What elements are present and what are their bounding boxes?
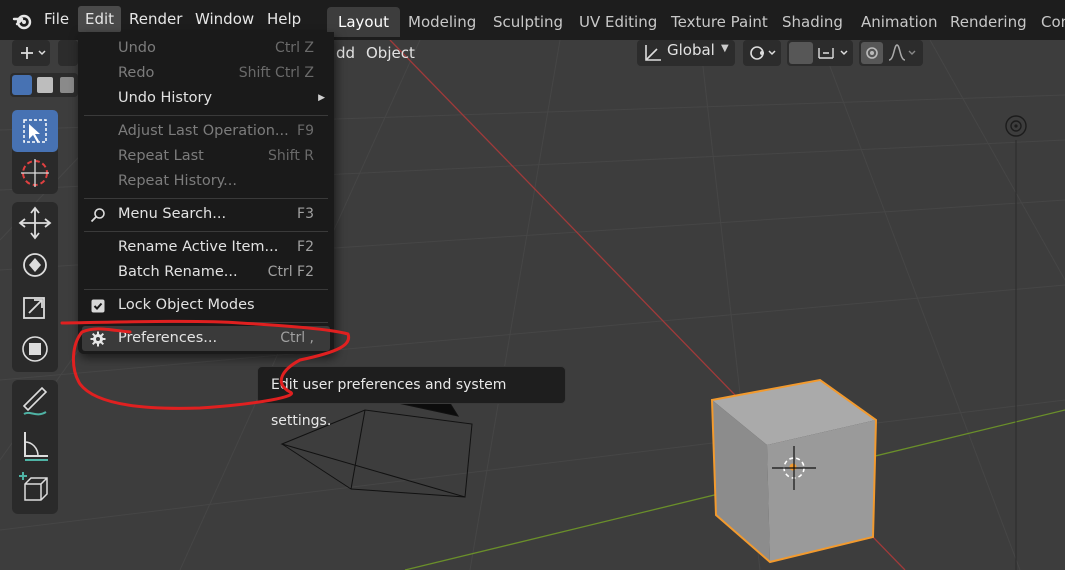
menu-edit[interactable]: Edit (78, 6, 122, 33)
menu-item-batch-rename[interactable]: Batch Rename... Ctrl F2 (78, 260, 334, 285)
menu-item-redo[interactable]: Redo Shift Ctrl Z (78, 61, 334, 86)
select-box-icon (23, 119, 47, 143)
gear-icon (90, 331, 106, 347)
tab-layout[interactable]: Layout (327, 7, 400, 37)
search-icon (90, 208, 105, 223)
tab-modeling[interactable]: Modeling (397, 7, 487, 37)
rotate-tool[interactable] (12, 244, 58, 286)
cursor-tool[interactable] (12, 152, 58, 194)
menu-separator (84, 322, 328, 323)
select-extend-icon[interactable] (37, 77, 53, 93)
tab-uv-editing[interactable]: UV Editing (568, 7, 668, 37)
menu-item-adjust-last-operation[interactable]: Adjust Last Operation... F9 (78, 119, 334, 144)
editor-type-button[interactable] (12, 40, 50, 66)
menu-window[interactable]: Window (188, 6, 261, 33)
edit-menu-dropdown: Undo Ctrl Z Redo Shift Ctrl Z Undo Histo… (78, 32, 334, 354)
pivot-icon (750, 46, 776, 60)
menu-item-menu-search[interactable]: Menu Search... F3 (78, 202, 334, 227)
menu-item-repeat-last[interactable]: Repeat Last Shift R (78, 144, 334, 169)
snap-target-icon[interactable] (813, 40, 853, 66)
menu-item-lock-object-modes[interactable]: Lock Object Modes (78, 293, 334, 318)
menu-item-undo-history[interactable]: Undo History ▶ (78, 86, 334, 111)
tab-shading[interactable]: Shading (771, 7, 854, 37)
select-new-icon[interactable] (12, 75, 32, 95)
tab-rendering[interactable]: Rendering (939, 7, 1038, 37)
tab-compositing[interactable]: Con (1030, 7, 1065, 37)
menu-help[interactable]: Help (260, 6, 308, 33)
chevron-down-icon: ▼ (721, 43, 729, 54)
light-icon[interactable] (1005, 115, 1027, 137)
menu-separator (84, 115, 328, 116)
tab-animation[interactable]: Animation (850, 7, 948, 37)
measure-tool[interactable] (12, 424, 58, 466)
measure-icon (24, 432, 48, 461)
proportional-editing-group[interactable] (859, 40, 923, 66)
add-cube-icon (19, 472, 48, 501)
blender-logo-icon[interactable] (12, 10, 34, 32)
mode-selector[interactable] (58, 40, 78, 66)
move-icon (18, 206, 52, 240)
annotate-tool[interactable] (12, 380, 58, 422)
transform-icon (22, 336, 48, 362)
menu-separator (84, 231, 328, 232)
falloff-icon[interactable] (885, 40, 921, 66)
menu-item-preferences[interactable]: Preferences... Ctrl , (82, 326, 330, 351)
menu-separator (84, 289, 328, 290)
submenu-arrow-icon: ▶ (318, 93, 325, 103)
annotate-icon (22, 386, 48, 416)
checkbox-checked-icon[interactable] (90, 298, 106, 314)
move-tool[interactable] (12, 202, 58, 244)
cursor-icon (21, 159, 49, 187)
transform-orientation-dropdown[interactable]: Global ▼ (637, 40, 735, 66)
menu-separator (84, 198, 328, 199)
toolbar-group-transform (12, 202, 58, 372)
menu-file[interactable]: File (37, 6, 76, 33)
tab-sculpting[interactable]: Sculpting (482, 7, 574, 37)
snapping-group[interactable] (787, 40, 853, 66)
menu-item-undo[interactable]: Undo Ctrl Z (78, 36, 334, 61)
menu-render[interactable]: Render (122, 6, 189, 33)
scale-tool[interactable] (12, 286, 58, 328)
object-menu[interactable]: Object (366, 41, 415, 65)
tab-texture-paint[interactable]: Texture Paint (660, 7, 779, 37)
orientation-label: Global (667, 41, 715, 59)
add-cube-tool[interactable] (12, 468, 58, 510)
rotate-icon (23, 253, 47, 277)
preferences-tooltip: Edit user preferences and system setting… (257, 366, 566, 429)
menu-item-repeat-history[interactable]: Repeat History... (78, 169, 334, 194)
proportional-toggle-icon[interactable] (861, 42, 883, 64)
toolbar-group-select (12, 110, 58, 194)
menu-item-rename-active-item[interactable]: Rename Active Item... F2 (78, 235, 334, 260)
pivot-point-dropdown[interactable] (743, 40, 781, 66)
snap-toggle-icon[interactable] (789, 42, 813, 64)
editor-type-icon (21, 47, 46, 59)
scale-icon (23, 297, 45, 319)
add-menu[interactable]: dd (336, 41, 355, 65)
transform-tool[interactable] (12, 328, 58, 370)
orientation-axes-icon (645, 45, 661, 61)
select-box-tool[interactable] (12, 110, 58, 152)
toolbar-group-misc (12, 380, 58, 514)
select-mode-group[interactable] (10, 73, 78, 97)
select-subtract-icon[interactable] (60, 77, 74, 93)
